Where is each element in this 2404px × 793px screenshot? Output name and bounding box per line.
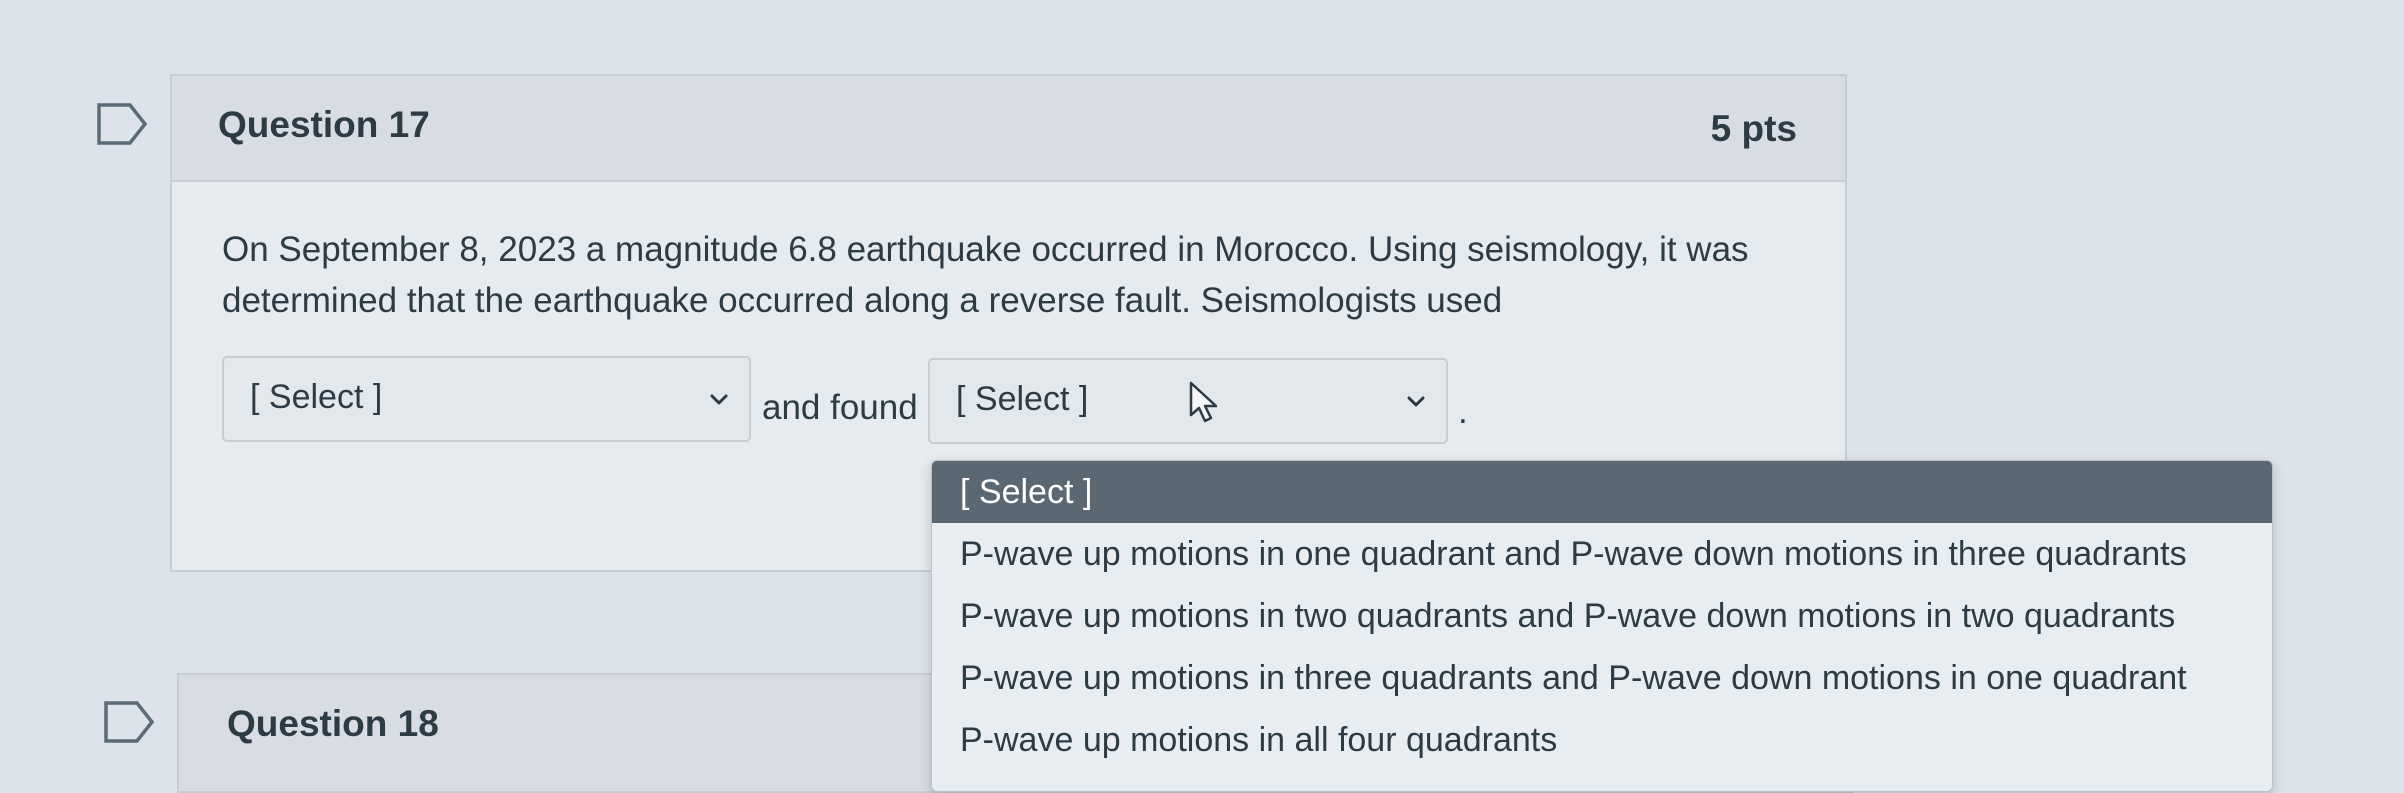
chevron-down-icon — [705, 386, 733, 414]
select-value: [ Select ] — [956, 380, 1089, 418]
connector-text: and found — [762, 388, 918, 427]
dropdown-option[interactable]: [ Select ] — [932, 461, 2272, 523]
question-title: Question 18 — [227, 703, 439, 744]
dropdown-option[interactable]: P-wave up motions in three quadrants and… — [932, 647, 2272, 709]
question-title: Question 17 — [218, 104, 430, 145]
question-text: On September 8, 2023 a magnitude 6.8 ear… — [222, 230, 1749, 320]
dropdown-option[interactable]: P-wave up motions in all four quadrants — [932, 709, 2272, 771]
dropdown-option[interactable]: P-wave up motions in two quadrants and P… — [932, 585, 2272, 647]
select-value: [ Select ] — [250, 378, 383, 416]
chevron-down-icon — [1402, 388, 1430, 416]
dropdown-option[interactable]: P-wave up motions in one quadrant and P-… — [932, 523, 2272, 585]
answer-select-1[interactable]: [ Select ] — [222, 356, 751, 442]
bookmark-flag-icon[interactable] — [103, 700, 155, 744]
end-punctuation: . — [1458, 392, 1468, 431]
mouse-pointer-icon — [1188, 381, 1222, 425]
dropdown-list: [ Select ] P-wave up motions in one quad… — [931, 460, 2273, 792]
bookmark-flag-icon[interactable] — [96, 102, 148, 146]
question-header: Question 17 5 pts — [172, 76, 1845, 182]
question-points: 5 pts — [1710, 108, 1797, 149]
